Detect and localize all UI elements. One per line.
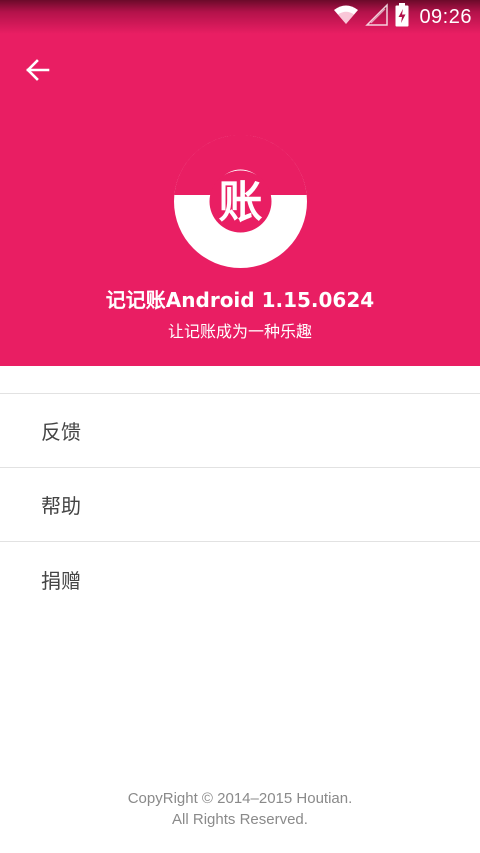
menu-item-feedback[interactable]: 反馈 [0,394,480,468]
status-time: 09:26 [419,5,472,28]
menu-item-donate[interactable]: 捐赠 [0,542,480,616]
about-screen: 09:26 账 记记账Android 1.15.0624 让记账成为一种乐趣 反… [0,0,480,853]
menu-item-label: 捐赠 [41,568,81,593]
status-bar: 09:26 [0,0,480,34]
back-button[interactable] [18,52,58,92]
status-icons: 09:26 [333,3,472,31]
arrow-left-icon [25,57,51,87]
footer-copyright: CopyRight © 2014–2015 Houtian. All Right… [0,788,480,830]
rights-text: All Rights Reserved. [172,811,308,828]
menu-item-label: 帮助 [41,494,81,518]
menu-list: 反馈 帮助 捐赠 [0,393,480,616]
wifi-icon [333,4,359,30]
logo-character: 账 [219,177,263,228]
app-slogan: 让记账成为一种乐趣 [167,322,312,341]
menu-item-help[interactable]: 帮助 [0,468,480,542]
copyright-text: CopyRight © 2014–2015 Houtian. [127,790,353,807]
app-title: 记记账Android 1.15.0624 [105,288,375,312]
menu-item-label: 反馈 [41,420,81,444]
battery-charging-icon [395,3,409,31]
app-logo: 账 [174,134,307,268]
signal-icon [365,3,389,31]
header-hero: 09:26 账 记记账Android 1.15.0624 让记账成为一种乐趣 [0,0,480,366]
